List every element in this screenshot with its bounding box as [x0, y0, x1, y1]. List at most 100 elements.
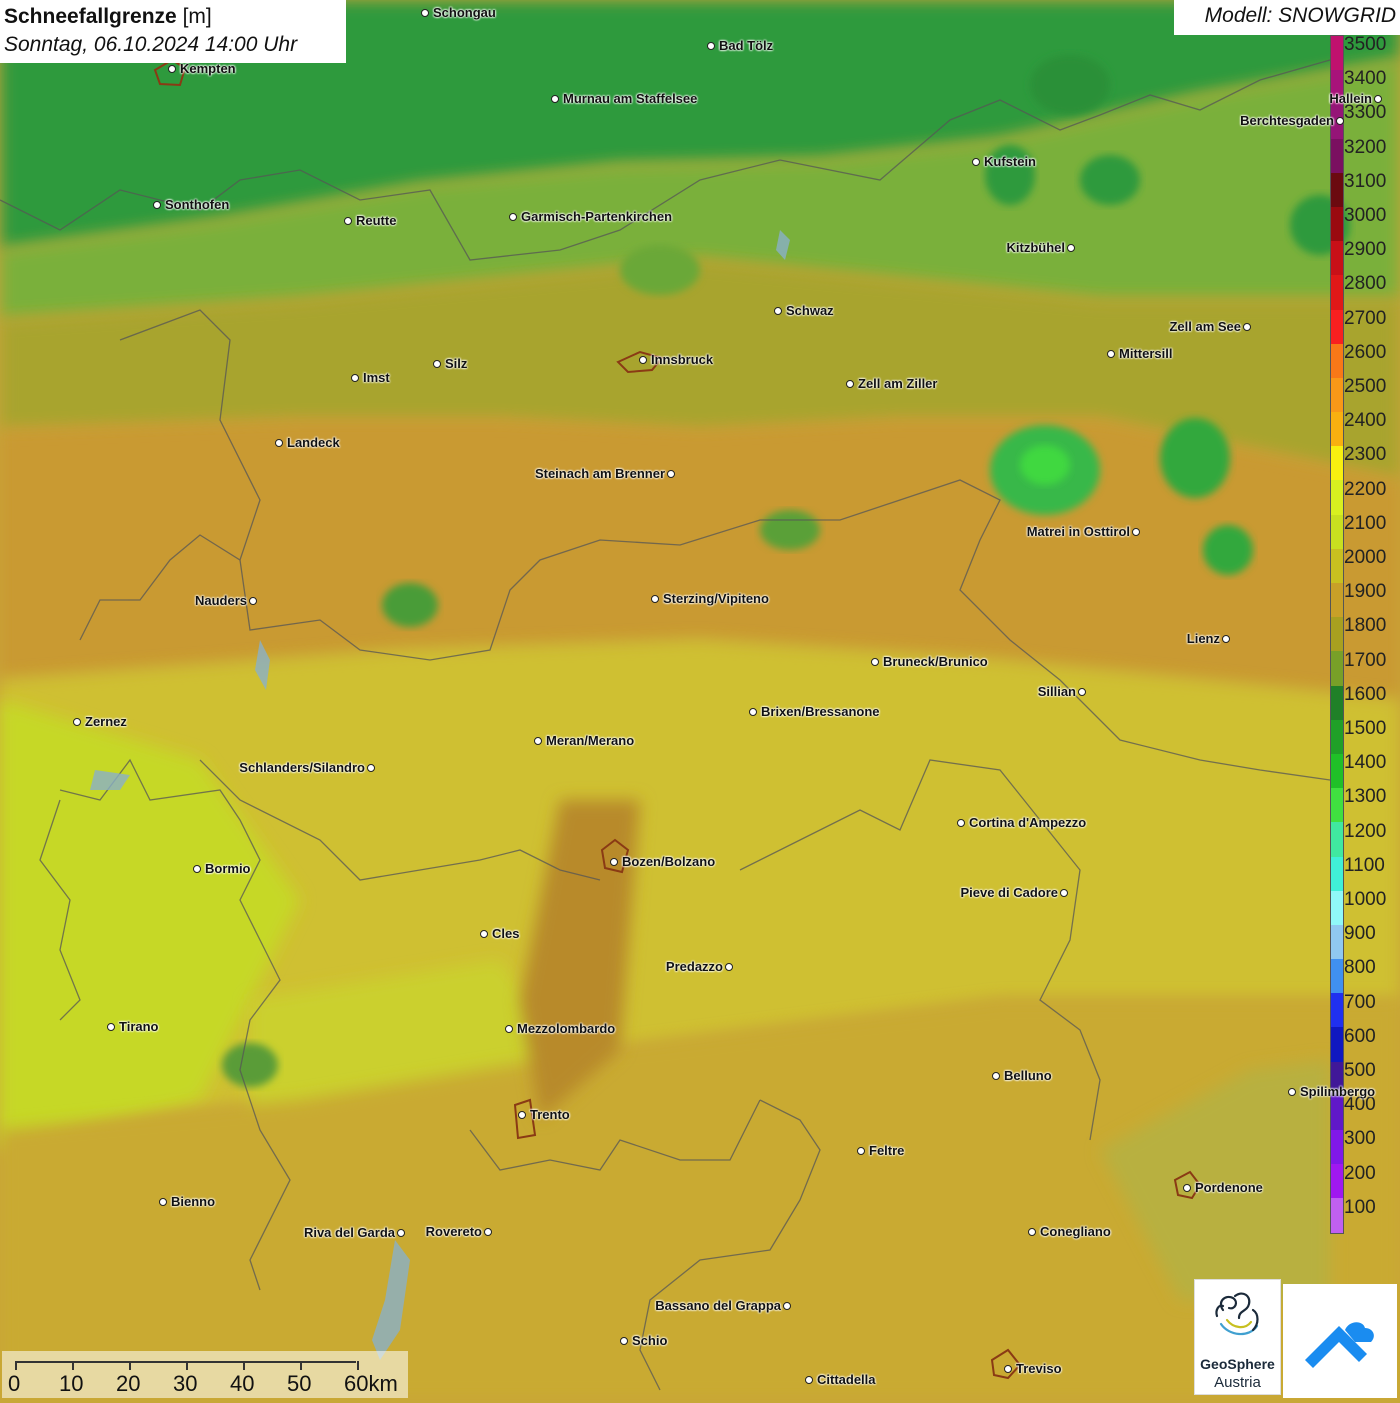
city-marker[interactable]	[1028, 1228, 1036, 1236]
city-marker[interactable]	[857, 1147, 865, 1155]
city-marker[interactable]	[749, 708, 757, 716]
city-marker[interactable]	[534, 737, 542, 745]
city-marker[interactable]	[551, 95, 559, 103]
legend-label: 3000	[1344, 205, 1387, 226]
city-marker[interactable]	[484, 1228, 492, 1236]
city-marker[interactable]	[1004, 1365, 1012, 1373]
city-marker[interactable]	[1288, 1088, 1296, 1096]
city-label: Hallein	[1329, 91, 1372, 106]
scale-bar: 0 10 20 30 40 50 60km	[2, 1351, 408, 1398]
city-marker[interactable]	[610, 858, 618, 866]
city-marker[interactable]	[433, 360, 441, 368]
legend-label: 1400	[1344, 752, 1387, 774]
weather-app-logo[interactable]	[1283, 1284, 1397, 1398]
legend-label: 1500	[1344, 718, 1387, 739]
city-label: Zernez	[85, 714, 127, 729]
city-marker[interactable]	[73, 718, 81, 726]
city-label: Pordenone	[1195, 1180, 1263, 1195]
city-marker[interactable]	[480, 930, 488, 938]
legend-swatch	[1331, 924, 1343, 960]
legend-label: 200	[1344, 1162, 1376, 1184]
city-label: Kempten	[180, 61, 236, 76]
city-label: Predazzo	[665, 959, 723, 974]
city-marker[interactable]	[1336, 117, 1344, 125]
legend-label: 900	[1344, 923, 1376, 945]
city-marker[interactable]	[505, 1025, 513, 1033]
legend-label: 2700	[1344, 307, 1387, 329]
city-marker[interactable]	[725, 963, 733, 971]
city-label: Rovereto	[425, 1224, 482, 1239]
legend-label: 2600	[1344, 341, 1387, 363]
city-marker[interactable]	[518, 1111, 526, 1119]
legend-swatch	[1331, 1095, 1343, 1130]
legend-swatch	[1331, 309, 1343, 344]
legend-swatch	[1331, 856, 1343, 891]
legend-swatch	[1331, 822, 1343, 857]
city-label: Zell am See	[1169, 319, 1241, 334]
legend-label: 1100	[1344, 854, 1385, 876]
city-marker[interactable]	[1183, 1184, 1191, 1192]
city-marker[interactable]	[168, 65, 176, 73]
legend-label: 300	[1344, 1128, 1376, 1150]
city-label: Imst	[363, 370, 390, 385]
legend-label: 600	[1344, 1025, 1376, 1047]
legend-label: 1900	[1344, 581, 1387, 603]
city-label: Cles	[492, 926, 520, 941]
city-label: Murnau am Staffelsee	[563, 91, 698, 106]
city-marker[interactable]	[397, 1229, 405, 1237]
city-label: Feltre	[869, 1143, 905, 1158]
legend-swatch	[1331, 548, 1343, 583]
geosphere-logo-text: GeoSphere	[1200, 1356, 1275, 1372]
city-marker[interactable]	[992, 1072, 1000, 1080]
legend-label: 2800	[1344, 273, 1387, 295]
city-marker[interactable]	[972, 158, 980, 166]
city-marker[interactable]	[159, 1198, 167, 1206]
city-marker[interactable]	[509, 213, 517, 221]
mountain-cloud-icon	[1305, 1322, 1374, 1368]
city-marker[interactable]	[249, 597, 257, 605]
legend-swatch	[1331, 446, 1343, 481]
city-marker[interactable]	[1243, 323, 1251, 331]
city-marker[interactable]	[351, 374, 359, 382]
legend-swatch	[1331, 412, 1343, 447]
city-marker[interactable]	[871, 658, 879, 666]
city-marker[interactable]	[1107, 350, 1115, 358]
legend-label: 2100	[1344, 512, 1387, 534]
city-marker[interactable]	[367, 764, 375, 772]
city-marker[interactable]	[344, 217, 352, 225]
legend-swatch	[1331, 959, 1343, 994]
city-label: Zell am Ziller	[858, 376, 938, 391]
map-title: Schneefallgrenze [m]	[4, 5, 212, 28]
legend-swatch	[1331, 514, 1343, 549]
map-title-box: Schneefallgrenze [m] Sonntag, 06.10.2024…	[0, 0, 346, 63]
city-marker[interactable]	[1067, 244, 1075, 252]
city-marker[interactable]	[1060, 889, 1068, 897]
legend-swatch	[1331, 343, 1343, 378]
city-marker[interactable]	[1222, 635, 1230, 643]
city-marker[interactable]	[620, 1337, 628, 1345]
city-label: Kitzbühel	[1006, 240, 1066, 255]
city-label: Sillian	[1037, 684, 1076, 699]
city-marker[interactable]	[774, 307, 782, 315]
city-marker[interactable]	[421, 9, 429, 17]
city-marker[interactable]	[707, 42, 715, 50]
city-marker[interactable]	[639, 356, 647, 364]
city-marker[interactable]	[1078, 688, 1086, 696]
city-marker[interactable]	[846, 380, 854, 388]
city-marker[interactable]	[275, 439, 283, 447]
city-marker[interactable]	[783, 1302, 791, 1310]
city-marker[interactable]	[153, 201, 161, 209]
geosphere-logo[interactable]: GeoSphere Austria	[1194, 1279, 1281, 1395]
city-marker[interactable]	[667, 470, 675, 478]
legend-swatch	[1331, 890, 1343, 925]
city-marker[interactable]	[1132, 528, 1140, 536]
city-marker[interactable]	[1374, 95, 1382, 103]
city-marker[interactable]	[805, 1376, 813, 1384]
legend-swatch	[1331, 1164, 1343, 1199]
city-marker[interactable]	[651, 595, 659, 603]
city-marker[interactable]	[193, 865, 201, 873]
city-label: Silz	[445, 356, 468, 371]
city-marker[interactable]	[957, 819, 965, 827]
city-marker[interactable]	[107, 1023, 115, 1031]
city-label: Cittadella	[817, 1372, 876, 1387]
